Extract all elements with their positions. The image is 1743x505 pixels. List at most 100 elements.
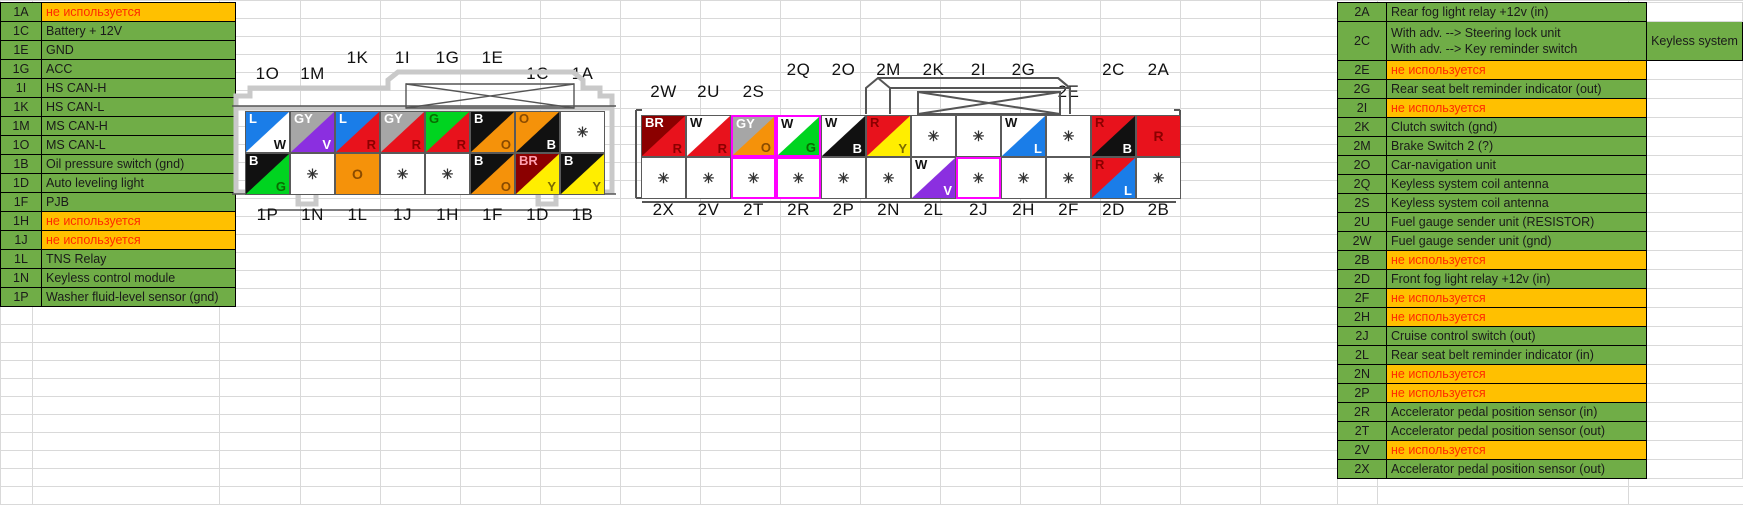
- right-pinout-table: 2A Rear fog light relay +12v (in) 2C With …: [1337, 2, 1743, 479]
- pin-label-2x: 2X: [652, 200, 675, 219]
- wire-color-code-secondary: R: [366, 137, 376, 152]
- pin-description-cell: Front fog light relay +12v (in): [1386, 269, 1647, 289]
- table-row: 2H не используется: [1337, 307, 1743, 327]
- connector-1-pin-grid: L W GY V L R GY R G R B O O B ✳ B G ✳ O ✳ ✳ B O BR Y B Y: [245, 111, 605, 195]
- wire-color-code-secondary: L: [1034, 141, 1042, 156]
- pin-description-cell: не используется: [1386, 307, 1647, 327]
- pin-label-2h: 2H: [1012, 200, 1035, 219]
- pin-label-1j: 1J: [393, 205, 412, 224]
- pin-description-cell: не используется: [1386, 364, 1647, 384]
- pin-description-cell: MS CAN-H: [41, 116, 236, 136]
- empty-cell: [1646, 155, 1743, 175]
- empty-pin-marker: ✳: [972, 127, 985, 144]
- empty-pin-marker: ✳: [441, 165, 454, 182]
- pin-cell-2f: ✳: [1046, 157, 1091, 199]
- table-row: 1N Keyless control module: [0, 268, 236, 288]
- table-row: 2W Fuel gauge sender unit (gnd): [1337, 231, 1743, 251]
- empty-cell: [1646, 345, 1743, 365]
- table-row: 1L TNS Relay: [0, 249, 236, 269]
- wire-color-code-primary: BR: [645, 115, 664, 130]
- empty-cell: [1646, 79, 1743, 99]
- pin-code-cell: 2K: [1337, 117, 1387, 137]
- pin-description-cell: With adv. --> Steering lock unit With adv…: [1386, 21, 1647, 61]
- pin-cell-1f: BO: [470, 153, 515, 195]
- empty-cell: [1646, 231, 1743, 251]
- pin-label-1k: 1K: [346, 48, 369, 67]
- empty-pin-marker: ✳: [396, 165, 409, 182]
- pin-cell-2s: GY O: [731, 115, 776, 157]
- wire-color-code-secondary: V: [943, 183, 952, 198]
- pin-label-1c: 1C: [526, 64, 549, 83]
- table-row: 2K Clutch switch (gnd): [1337, 117, 1743, 137]
- table-row: 1I HS CAN-H: [0, 78, 236, 98]
- wire-color-code-secondary: B: [546, 137, 556, 152]
- pin-code-cell: 1K: [0, 97, 42, 117]
- pin-label-1n: 1N: [301, 205, 324, 224]
- pin-cell-2p: ✳: [821, 157, 866, 199]
- table-row: 1F PJB: [0, 192, 236, 212]
- pin-code-cell: 2F: [1337, 288, 1387, 308]
- wire-color-code-primary: R: [870, 115, 880, 130]
- pin-description-cell: не используется: [1386, 288, 1647, 308]
- pin-label-2b: 2B: [1147, 200, 1170, 219]
- pin-label-2o: 2O: [831, 60, 856, 79]
- pin-cell-2j: ✳: [956, 157, 1001, 199]
- table-row: 2T Accelerator pedal position sensor (out…: [1337, 421, 1743, 441]
- connector-2-bottom-labels: 2X 2V 2T 2R 2P 2N 2L 2J 2H 2F 2D 2B: [628, 200, 1188, 222]
- pin-description-line-1: With adv. --> Steering lock unit: [1391, 26, 1561, 40]
- pin-label-1a: 1A: [571, 64, 594, 83]
- empty-cell: [1646, 288, 1743, 308]
- pin-code-cell: 2C: [1337, 21, 1387, 61]
- pin-label-2u: 2U: [697, 82, 720, 101]
- pin-cell-2r: ✳: [776, 157, 821, 199]
- pin-cell-1c: OB: [515, 111, 560, 153]
- empty-cell: [1646, 117, 1743, 137]
- pin-code-cell: 1P: [0, 287, 42, 307]
- pin-cell-2q: WG: [776, 115, 821, 157]
- wire-color-code-primary: G: [429, 111, 440, 126]
- table-row: 2C With adv. --> Steering lock unit With a…: [1337, 21, 1743, 61]
- pin-row-bottom: ✳ ✳ ✳ ✳ ✳ ✳ W V ✳ ✳ ✳ R L ✳: [641, 157, 1181, 199]
- pin-cell-1k: LR: [335, 111, 380, 153]
- empty-pin-marker: ✳: [792, 169, 805, 186]
- wire-color-code-secondary: L: [1124, 183, 1132, 198]
- pin-label-2v: 2V: [697, 200, 720, 219]
- pin-code-cell: 2P: [1337, 383, 1387, 403]
- pin-code-cell: 1F: [0, 192, 42, 212]
- pin-code-cell: 2I: [1337, 98, 1387, 118]
- wire-color-code-primary: L: [249, 111, 257, 126]
- pin-cell-2n: ✳: [866, 157, 911, 199]
- empty-pin-marker: ✳: [1152, 169, 1165, 186]
- pin-code-cell: 2R: [1337, 402, 1387, 422]
- wire-color-code-secondary: Y: [547, 179, 556, 194]
- wire-color-code-primary: L: [339, 111, 347, 126]
- empty-pin-marker: ✳: [882, 169, 895, 186]
- empty-pin-marker: ✳: [702, 169, 715, 186]
- pin-cell-2m: RY: [866, 115, 911, 157]
- pin-description-cell: Cruise control switch (out): [1386, 326, 1647, 346]
- empty-pin-marker: ✳: [747, 169, 760, 186]
- pin-cell-1h: ✳: [425, 153, 470, 195]
- pin-description-cell: Auto leveling light: [41, 173, 236, 193]
- pin-cell-2l: WV: [911, 157, 956, 199]
- pin-label-1g: 1G: [435, 48, 460, 67]
- empty-cell: [1646, 98, 1743, 118]
- wire-color-code-primary: O: [352, 166, 363, 182]
- pin-label-2i: 2I: [970, 60, 987, 79]
- pin-description-cell: не используется: [1386, 383, 1647, 403]
- pin-description-cell: Keyless system coil antenna: [1386, 174, 1647, 194]
- wire-color-code-primary: GY: [384, 111, 403, 126]
- table-row: 2B не используется: [1337, 250, 1743, 270]
- pin-description-cell: MS CAN-L: [41, 135, 236, 155]
- pin-label-1e: 1E: [481, 48, 504, 67]
- pin-code-cell: 1B: [0, 154, 42, 174]
- empty-pin-marker: ✳: [837, 169, 850, 186]
- pin-cell-2k: ✳: [911, 115, 956, 157]
- wire-color-code-primary: W: [690, 115, 703, 130]
- pin-description-cell: PJB: [41, 192, 236, 212]
- pin-label-2k: 2K: [922, 60, 945, 79]
- empty-pin-marker: ✳: [972, 169, 985, 186]
- pin-label-1m: 1M: [300, 64, 325, 83]
- empty-pin-marker: ✳: [1062, 169, 1075, 186]
- pin-description-cell: Keyless control module: [41, 268, 236, 288]
